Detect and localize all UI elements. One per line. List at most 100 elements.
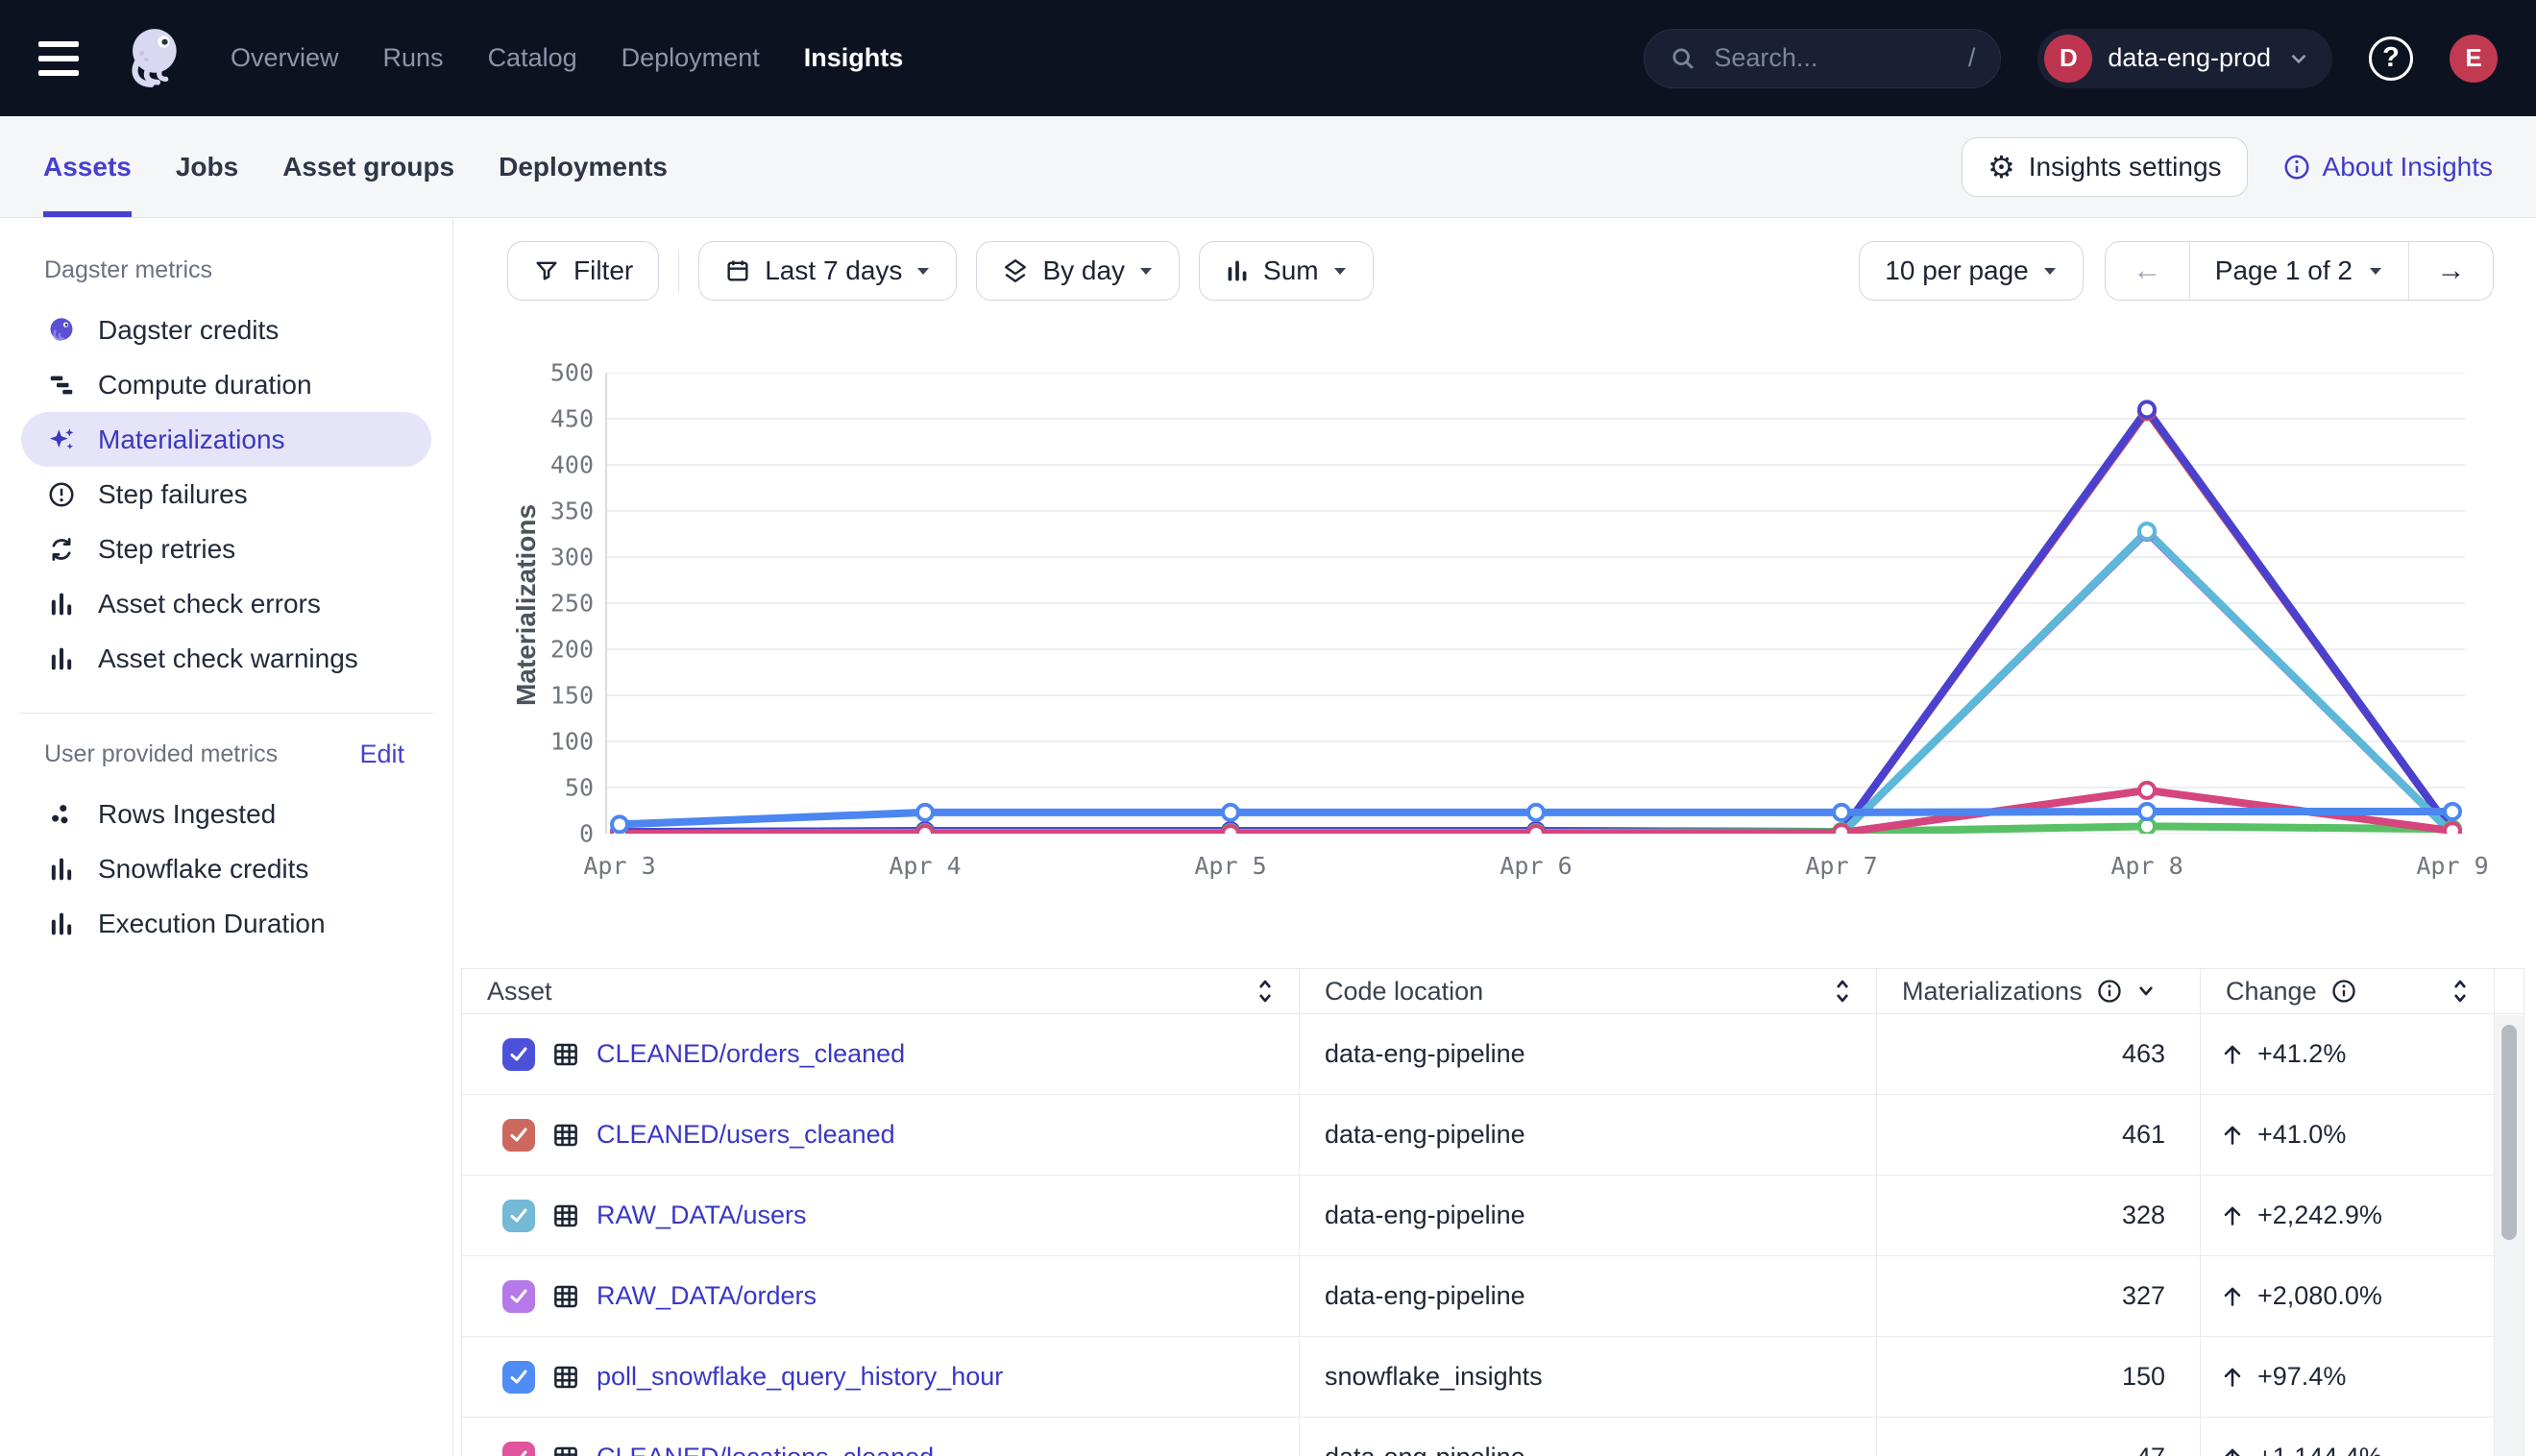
column-header-asset[interactable]: Asset [462,969,1300,1013]
sidebar-divider [19,713,433,714]
duration-steps-icon [46,371,77,400]
series-checkbox[interactable] [502,1200,535,1232]
sidebar-item-materializations[interactable]: Materializations [21,412,431,467]
sort-desc-icon[interactable] [2136,984,2156,998]
scrollbar-thumb[interactable] [2501,1025,2517,1240]
asset-link[interactable]: CLEANED/users_cleaned [597,1120,895,1150]
tab-assets[interactable]: Assets [43,116,132,217]
materializations-cell: 328 [1877,1176,2201,1255]
caret-down-icon [2042,265,2058,277]
table-header: Asset Code location [462,969,2524,1014]
caret-down-icon [915,265,931,277]
sidebar-item-step-failures[interactable]: Step failures [0,467,452,522]
series-checkbox[interactable] [502,1442,535,1456]
sidebar-item-dagster-credits[interactable]: Dagster credits [0,303,452,357]
y-axis-tick: 300 [507,544,594,571]
group-by-dropdown[interactable]: By day [976,241,1180,301]
change-cell: +41.0% [2201,1095,2495,1175]
change-cell: +97.4% [2201,1337,2495,1417]
about-insights-link[interactable]: About Insights [2282,152,2493,182]
nav-runs[interactable]: Runs [383,43,444,73]
org-switcher[interactable]: D data-eng-prod [2037,29,2332,88]
asset-link[interactable]: RAW_DATA/orders [597,1281,817,1311]
asset-table-icon [551,1201,580,1230]
x-axis-tick: Apr 3 [583,852,655,880]
column-header-code-location[interactable]: Code location [1300,969,1877,1013]
nav-deployment[interactable]: Deployment [622,43,760,73]
sort-icon[interactable] [2451,977,2469,1006]
asset-link[interactable]: RAW_DATA/users [597,1201,807,1230]
series-checkbox[interactable] [502,1280,535,1313]
table-row: RAW_DATA/users data-eng-pipeline 328 +2,… [462,1176,2524,1256]
nav-overview[interactable]: Overview [231,43,339,73]
sidebar-item-rows-ingested[interactable]: Rows Ingested [0,787,452,841]
sidebar-item-execution-duration[interactable]: Execution Duration [0,896,452,951]
bar-chart-icon [46,910,77,937]
change-cell: +41.2% [2201,1014,2495,1094]
asset-link[interactable]: CLEANED/orders_cleaned [597,1039,905,1069]
series-checkbox[interactable] [502,1361,535,1394]
help-icon[interactable]: ? [2369,36,2413,81]
dagster-logo[interactable] [115,22,188,95]
bar-chart-icon [1225,258,1250,283]
page-selector[interactable]: Page 1 of 2 [2190,242,2408,300]
sidebar-item-asset-check-errors[interactable]: Asset check errors [0,576,452,631]
x-axis-tick: Apr 6 [1500,852,1572,880]
dagster-octopus-icon [46,315,77,346]
sidebar-item-snowflake-credits[interactable]: Snowflake credits [0,841,452,896]
arrow-up-icon [2220,1365,2245,1390]
aggregate-dropdown[interactable]: Sum [1199,241,1374,301]
caret-down-icon [1332,265,1348,277]
org-name: data-eng-prod [2108,43,2271,73]
series-checkbox[interactable] [502,1038,535,1071]
menu-icon[interactable] [38,41,79,76]
tabs: Assets Jobs Asset groups Deployments [43,116,668,217]
info-icon[interactable] [2096,978,2123,1005]
materializations-cell: 463 [1877,1014,2201,1094]
date-range-dropdown[interactable]: Last 7 days [698,241,957,301]
sort-icon[interactable] [1256,977,1274,1006]
y-axis-tick: 0 [507,820,594,848]
arrow-up-icon [2220,1123,2245,1148]
materializations-line-chart[interactable] [605,373,2465,834]
bar-chart-icon [46,856,77,883]
edit-metrics-link[interactable]: Edit [359,740,404,769]
asset-link[interactable]: poll_snowflake_query_history_hour [597,1362,1003,1392]
search-input[interactable]: Search... / [1644,29,2001,88]
column-header-change[interactable]: Change [2201,969,2495,1013]
next-page-button[interactable]: → [2408,242,2493,300]
series-checkbox[interactable] [502,1119,535,1152]
asset-link[interactable]: CLEANED/locations_cleaned [597,1443,934,1456]
asset-table-icon [551,1121,580,1150]
sort-icon[interactable] [1834,977,1851,1006]
sidebar-item-asset-check-warnings[interactable]: Asset check warnings [0,631,452,686]
user-avatar[interactable]: E [2450,35,2498,83]
tab-asset-groups[interactable]: Asset groups [282,116,454,217]
nav-insights[interactable]: Insights [804,43,904,73]
tab-deployments[interactable]: Deployments [499,116,668,217]
filter-button[interactable]: Filter [507,241,659,301]
nav-catalog[interactable]: Catalog [488,43,577,73]
insights-settings-button[interactable]: ⚙ Insights settings [1962,137,2247,197]
toolbar-divider [678,250,679,292]
x-axis-tick: Apr 7 [1805,852,1877,880]
x-axis-tick: Apr 4 [889,852,961,880]
column-header-materializations[interactable]: Materializations [1877,969,2201,1013]
chevron-down-icon [2286,46,2311,71]
per-page-dropdown[interactable]: 10 per page [1859,241,2083,301]
y-axis-tick: 250 [507,590,594,618]
info-icon[interactable] [2330,978,2357,1005]
x-axis-tick: Apr 5 [1194,852,1266,880]
sidebar-item-step-retries[interactable]: Step retries [0,522,452,576]
sidebar-section-title: Dagster metrics [0,253,452,287]
tab-jobs[interactable]: Jobs [176,116,238,217]
prev-page-button[interactable]: ← [2106,242,2190,300]
table-scrollbar[interactable] [2495,1015,2524,1456]
asset-table-icon [551,1363,580,1392]
sparkles-icon [46,425,77,455]
y-axis-tick: 350 [507,497,594,525]
y-axis-tick: 200 [507,636,594,664]
sidebar-item-compute-duration[interactable]: Compute duration [0,357,452,412]
search-icon [1670,45,1696,72]
calendar-icon [724,257,751,284]
